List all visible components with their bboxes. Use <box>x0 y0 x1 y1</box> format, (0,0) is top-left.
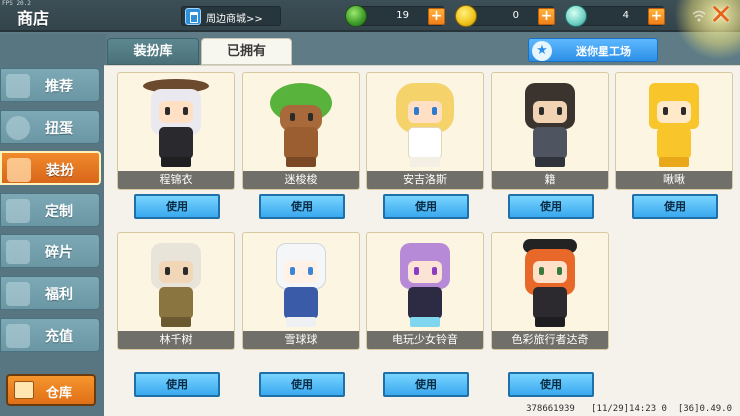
add-coin-button[interactable]: + <box>538 8 555 25</box>
character-figure <box>390 239 460 329</box>
add-silver-button[interactable]: + <box>648 8 665 25</box>
star-icon: ★ <box>532 41 552 61</box>
character-figure <box>266 239 336 329</box>
skin-card[interactable]: 程锦衣 <box>117 72 235 190</box>
skin-name: 安吉洛斯 <box>367 171 483 189</box>
sidebar-item-label: 推荐 <box>45 79 73 95</box>
silver-balance: 4 + <box>565 5 665 27</box>
character-figure <box>515 79 585 169</box>
skin-name: 色彩旅行者达奇 <box>492 331 608 349</box>
gem-balance: 19 + <box>345 5 445 27</box>
user-id: 378661939 <box>526 404 575 414</box>
gem-value: 19 <box>396 10 409 21</box>
character-figure <box>515 239 585 329</box>
timestamp: [11/29]14:23 0 <box>591 404 667 414</box>
sidebar-item-label: 碎片 <box>45 245 73 261</box>
character-figure <box>141 239 211 329</box>
use-button[interactable]: 使用 <box>383 372 469 397</box>
skin-name: 电玩少女铃音 <box>367 331 483 349</box>
thumb-icon <box>6 74 30 98</box>
skin-card[interactable]: 安吉洛斯 <box>366 72 484 190</box>
skin-name: 籍 <box>492 171 608 189</box>
page-title: 商店 <box>17 9 50 28</box>
sidebar-item-label: 装扮 <box>46 163 74 179</box>
use-button[interactable]: 使用 <box>632 194 718 219</box>
add-gem-button[interactable]: + <box>428 8 445 25</box>
merch-store-link[interactable]: 周边商城>> <box>181 6 281 26</box>
skin-grid: 程锦衣 迷梭梭 安吉洛斯 籍 啾啾 使用 使用 使用 使用 使用 林千树 雪球球… <box>104 65 740 416</box>
character-figure <box>266 79 336 169</box>
skin-card[interactable]: 迷梭梭 <box>242 72 360 190</box>
character-figure <box>141 79 211 169</box>
use-button[interactable]: 使用 <box>383 194 469 219</box>
sidebar-item-gacha[interactable]: 扭蛋 <box>0 110 100 144</box>
sidebar-item-label: 定制 <box>45 204 73 220</box>
shopping-bag-icon <box>185 8 201 25</box>
tab-costume-library[interactable]: 装扮库 <box>107 38 199 65</box>
skin-card[interactable]: 啾啾 <box>615 72 733 190</box>
skin-card[interactable]: 籍 <box>491 72 609 190</box>
sidebar-item-custom[interactable]: 定制 <box>0 193 100 227</box>
use-button[interactable]: 使用 <box>134 194 220 219</box>
character-figure <box>390 79 460 169</box>
tab-owned[interactable]: 已拥有 <box>201 38 292 65</box>
puzzle-icon <box>6 240 30 264</box>
use-button[interactable]: 使用 <box>134 372 220 397</box>
gift-icon <box>6 282 30 306</box>
silver-value: 4 <box>622 10 629 21</box>
skin-name: 雪球球 <box>243 331 359 349</box>
sidebar-item-label: 福利 <box>45 287 73 303</box>
mini-workshop-button[interactable]: ★ 迷你星工场 <box>528 38 658 62</box>
gem-icon <box>345 5 367 27</box>
skin-name: 啾啾 <box>616 171 732 189</box>
merch-store-label: 周边商城>> <box>206 14 263 25</box>
warehouse-label: 仓库 <box>46 386 73 401</box>
skin-name: 迷梭梭 <box>243 171 359 189</box>
sidebar-item-recharge[interactable]: 充值 <box>0 318 100 352</box>
sidebar-item-welfare[interactable]: 福利 <box>0 276 100 310</box>
use-button[interactable]: 使用 <box>508 194 594 219</box>
character-figure <box>639 79 709 169</box>
main-panel: 装扮库 已拥有 ★ 迷你星工场 程锦衣 迷梭梭 安吉洛斯 籍 啾啾 使用 使用 … <box>100 38 740 416</box>
use-button[interactable]: 使用 <box>508 372 594 397</box>
warehouse-button[interactable]: 仓库 <box>6 374 96 406</box>
version: [36]0.49.0 <box>677 404 732 414</box>
coin-balance: 0 + <box>455 5 555 27</box>
skin-card[interactable]: 林千树 <box>117 232 235 350</box>
sidebar: 推荐 扭蛋 装扮 定制 碎片 福利 充值 <box>0 34 106 416</box>
skin-card[interactable]: 雪球球 <box>242 232 360 350</box>
status-line: 378661939 [11/29]14:23 0 [36]0.49.0 <box>526 404 732 414</box>
brush-icon <box>6 199 30 223</box>
sidebar-item-costume[interactable]: 装扮 <box>0 151 101 185</box>
silver-coin-icon <box>565 5 587 27</box>
sidebar-item-label: 充值 <box>45 329 73 345</box>
skin-name: 林千树 <box>118 331 234 349</box>
coin-icon <box>455 5 477 27</box>
use-button[interactable]: 使用 <box>259 194 345 219</box>
sidebar-item-fragments[interactable]: 碎片 <box>0 234 100 268</box>
use-button[interactable]: 使用 <box>259 372 345 397</box>
chest-icon <box>14 381 34 399</box>
top-bar: FPS 20.2 商店 周边商城>> 19 + 0 + 4 + ✕ <box>0 0 740 60</box>
close-button[interactable]: ✕ <box>706 0 736 30</box>
mini-workshop-label: 迷你星工场 <box>576 45 631 58</box>
skin-name: 程锦衣 <box>118 171 234 189</box>
capsule-icon <box>6 116 30 140</box>
sidebar-item-label: 扭蛋 <box>45 121 73 137</box>
coin-value: 0 <box>512 10 519 21</box>
sidebar-item-recommend[interactable]: 推荐 <box>0 68 100 102</box>
wallet-icon <box>6 324 30 348</box>
wifi-icon <box>692 10 706 22</box>
skin-card[interactable]: 电玩少女铃音 <box>366 232 484 350</box>
shirt-icon <box>7 158 31 182</box>
skin-card[interactable]: 色彩旅行者达奇 <box>491 232 609 350</box>
